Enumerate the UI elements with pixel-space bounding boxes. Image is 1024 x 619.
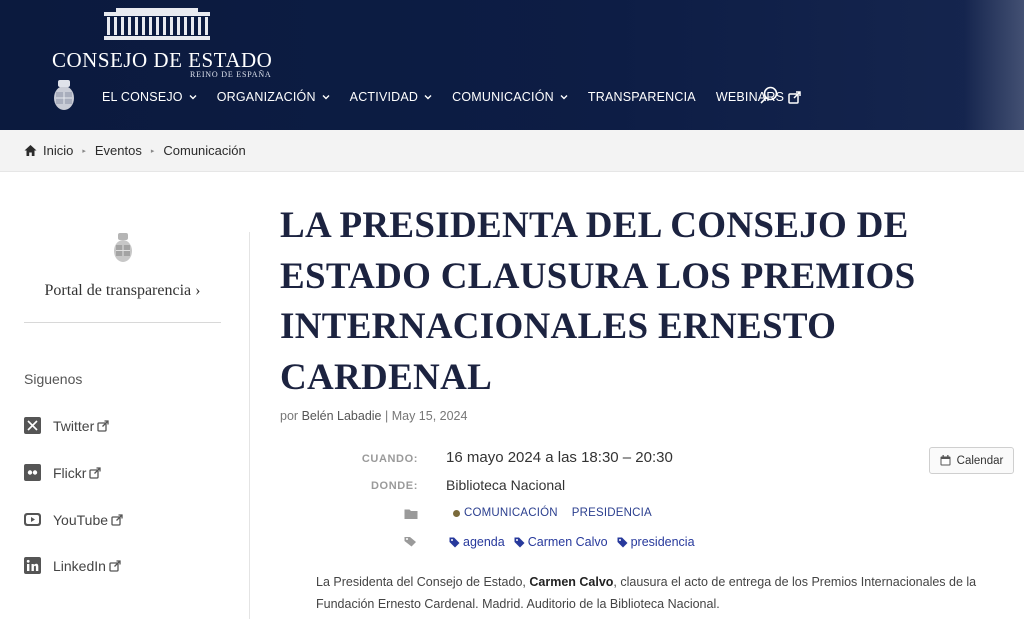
tag-carmen-calvo[interactable]: Carmen Calvo bbox=[514, 535, 608, 549]
social-label: Twitter bbox=[53, 417, 95, 434]
category-presidencia[interactable]: PRESIDENCIA bbox=[572, 507, 652, 519]
calendar-icon bbox=[940, 455, 951, 466]
transparency-portal-link[interactable]: Portal de transparencia › bbox=[24, 282, 221, 300]
flickr-icon bbox=[24, 464, 41, 481]
category-comunicacion[interactable]: COMUNICACIÓN bbox=[464, 507, 558, 519]
home-icon[interactable] bbox=[24, 144, 37, 157]
x-icon bbox=[24, 417, 41, 434]
nav-comunicacion[interactable]: COMUNICACIÓN bbox=[452, 90, 568, 104]
event-categories: COMUNICACIÓN PRESIDENCIA bbox=[453, 507, 652, 519]
social-link-twitter[interactable]: Twitter bbox=[24, 417, 109, 434]
tag-label: presidencia bbox=[630, 535, 695, 549]
nav-actividad[interactable]: ACTIVIDAD bbox=[350, 90, 432, 104]
page-title: LA PRESIDENTA DEL CONSEJO DE ESTADO CLAU… bbox=[280, 205, 916, 398]
social-label: Flickr bbox=[53, 464, 87, 481]
event-tags: agenda Carmen Calvo presidencia bbox=[449, 535, 704, 549]
breadcrumb-inicio[interactable]: Inicio bbox=[43, 143, 73, 158]
tag-label: Carmen Calvo bbox=[527, 535, 608, 549]
where-value: Biblioteca Nacional bbox=[446, 477, 566, 493]
header-decoration bbox=[964, 0, 1024, 130]
linkedin-icon bbox=[24, 557, 41, 574]
main-nav: EL CONSEJO ORGANIZACIÓN ACTIVIDAD COMUNI… bbox=[102, 86, 821, 108]
folder-icon bbox=[404, 509, 418, 519]
logo-subtitle: REINO DE ESPAÑA bbox=[190, 70, 272, 79]
post-date: May 15, 2024 bbox=[391, 409, 468, 423]
body-prefix: La Presidenta del Consejo de Estado, bbox=[316, 575, 526, 589]
social-label: LinkedIn bbox=[53, 557, 106, 574]
breadcrumb-comunicacion[interactable]: Comunicación bbox=[163, 143, 245, 158]
tag-agenda[interactable]: agenda bbox=[449, 535, 505, 549]
add-to-calendar-button[interactable]: Calendar bbox=[929, 447, 1014, 474]
external-link-icon bbox=[788, 90, 801, 104]
sidebar-vertical-divider bbox=[249, 232, 250, 619]
tag-icon bbox=[617, 537, 628, 547]
nav-label: ACTIVIDAD bbox=[349, 90, 419, 104]
social-link-linkedin[interactable]: LinkedIn bbox=[24, 557, 121, 574]
where-label: DONDE: bbox=[371, 480, 418, 492]
calendar-button-label: Calendar bbox=[956, 454, 1004, 467]
nav-label: TRANSPARENCIA bbox=[587, 90, 696, 104]
external-link-icon bbox=[97, 419, 109, 432]
coat-of-arms-icon bbox=[54, 80, 74, 110]
social-label: YouTube bbox=[53, 511, 109, 528]
breadcrumb: Inicio ▸ Eventos ▸ Comunicación bbox=[0, 130, 1024, 172]
site-logo[interactable]: CONSEJO DE ESTADO REINO DE ESPAÑA bbox=[52, 6, 272, 79]
social-link-flickr[interactable]: Flickr bbox=[24, 464, 102, 481]
meta-prefix: por bbox=[280, 409, 299, 423]
chevron-down-icon bbox=[424, 95, 432, 100]
author-link[interactable]: Belén Labadie bbox=[302, 409, 382, 423]
external-link-icon bbox=[111, 513, 123, 526]
external-link-icon bbox=[89, 466, 102, 479]
nav-label: EL CONSEJO bbox=[102, 90, 183, 104]
nav-transparencia[interactable]: TRANSPARENCIA bbox=[588, 90, 696, 104]
social-link-youtube[interactable]: YouTube bbox=[24, 511, 123, 528]
chevron-down-icon bbox=[189, 95, 197, 100]
nav-el-consejo[interactable]: EL CONSEJO bbox=[102, 90, 197, 104]
tag-presidencia[interactable]: presidencia bbox=[617, 535, 695, 549]
nav-label: COMUNICACIÓN bbox=[452, 90, 554, 104]
meta-separator: | bbox=[384, 409, 389, 423]
post-meta: por Belén Labadie | May 15, 2024 bbox=[280, 409, 467, 423]
tag-label: agenda bbox=[463, 535, 505, 549]
site-header: CONSEJO DE ESTADO REINO DE ESPAÑA EL CON… bbox=[0, 0, 1024, 130]
follow-heading: Siguenos bbox=[24, 371, 83, 387]
nav-organizacion[interactable]: ORGANIZACIÓN bbox=[217, 90, 330, 104]
when-value: 16 mayo 2024 a las 18:30 – 20:30 bbox=[446, 449, 673, 466]
article-body: La Presidenta del Consejo de Estado, Car… bbox=[316, 571, 996, 615]
tag-icon bbox=[449, 537, 460, 547]
building-logo-icon bbox=[104, 8, 210, 40]
chevron-down-icon bbox=[560, 95, 568, 100]
external-link-icon bbox=[109, 559, 121, 572]
nav-label: ORGANIZACIÓN bbox=[216, 90, 316, 104]
body-bold-name: Carmen Calvo bbox=[529, 575, 614, 589]
coat-of-arms-icon bbox=[114, 233, 132, 262]
sidebar-divider bbox=[24, 322, 221, 323]
tags-icon bbox=[404, 537, 416, 547]
youtube-icon bbox=[24, 513, 41, 526]
search-icon[interactable] bbox=[759, 85, 779, 105]
breadcrumb-separator-icon: ▸ bbox=[150, 147, 155, 155]
chevron-down-icon bbox=[322, 95, 330, 100]
when-label: CUANDO: bbox=[361, 453, 418, 465]
tag-icon bbox=[514, 537, 525, 547]
breadcrumb-separator-icon: ▸ bbox=[82, 147, 86, 155]
category-dot bbox=[453, 509, 460, 517]
breadcrumb-eventos[interactable]: Eventos bbox=[95, 143, 142, 158]
